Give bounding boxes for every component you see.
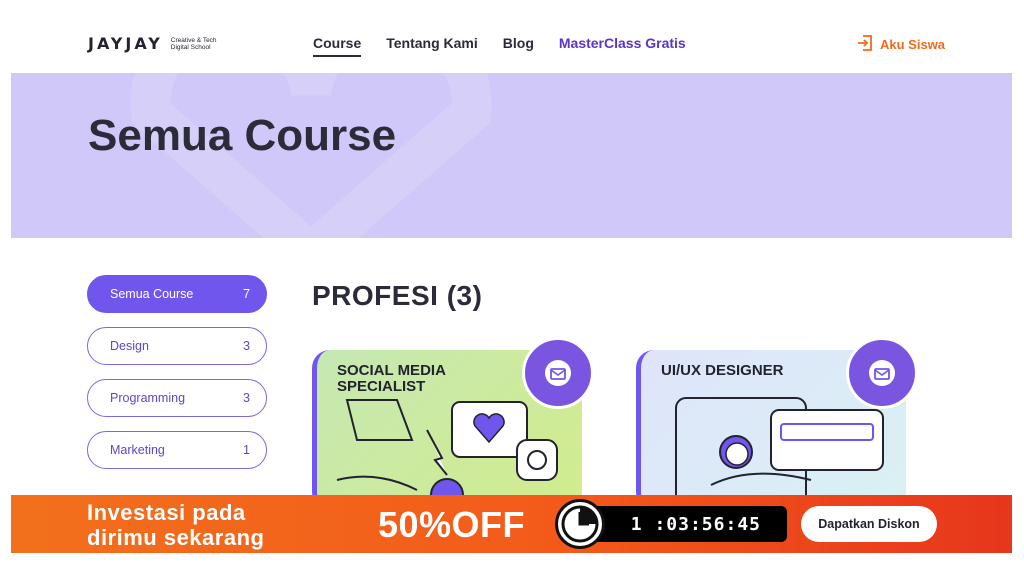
login-label: Aku Siswa xyxy=(880,37,946,52)
job-guarantee-badge xyxy=(522,337,594,409)
category-count: 3 xyxy=(243,339,250,353)
category-design[interactable]: Design 3 xyxy=(87,327,267,365)
promo-discount: 50%OFF xyxy=(378,504,526,545)
promo-banner: Investasi pada dirimu sekarang 50%OFF 1 … xyxy=(11,495,1012,553)
section-title: PROFESI (3) xyxy=(312,280,483,311)
category-label: Programming xyxy=(110,391,186,405)
promo-message: Investasi pada dirimu sekarang xyxy=(87,500,265,550)
countdown-timer: 1 :03:56:45 xyxy=(591,506,787,542)
category-programming[interactable]: Programming 3 xyxy=(87,379,267,417)
nav-course[interactable]: Course xyxy=(313,35,362,57)
category-count: 1 xyxy=(243,443,250,457)
login-icon xyxy=(856,34,874,55)
page-title: Semua Course xyxy=(88,111,397,160)
job-guarantee-badge xyxy=(846,337,918,409)
category-semua-course[interactable]: Semua Course 7 xyxy=(87,275,267,313)
clock-icon xyxy=(555,499,605,549)
category-label: Semua Course xyxy=(110,287,194,301)
login-button[interactable]: Aku Siswa xyxy=(856,34,945,55)
category-count: 3 xyxy=(243,391,250,405)
mail-icon xyxy=(869,360,895,386)
category-count: 7 xyxy=(243,287,250,301)
get-discount-button[interactable]: Dapatkan Diskon xyxy=(801,506,937,542)
category-sidebar: Semua Course 7 Design 3 Programming 3 Ma… xyxy=(87,275,267,483)
nav-masterclass-gratis[interactable]: MasterClass Gratis xyxy=(559,35,686,57)
top-header: JAYJAY Creative & Tech Digital School Co… xyxy=(0,0,1024,72)
logo-wordmark: JAYJAY xyxy=(88,34,163,53)
hero-banner: Semua Course xyxy=(11,73,1012,238)
logo[interactable]: JAYJAY Creative & Tech Digital School xyxy=(88,34,221,53)
category-label: Marketing xyxy=(110,443,165,457)
main-nav: Course Tentang Kami Blog MasterClass Gra… xyxy=(313,35,686,57)
nav-blog[interactable]: Blog xyxy=(503,35,534,57)
mail-icon xyxy=(545,360,571,386)
logo-tagline: Creative & Tech Digital School xyxy=(170,36,217,51)
category-marketing[interactable]: Marketing 1 xyxy=(87,431,267,469)
nav-tentang-kami[interactable]: Tentang Kami xyxy=(386,35,478,57)
category-label: Design xyxy=(110,339,149,353)
